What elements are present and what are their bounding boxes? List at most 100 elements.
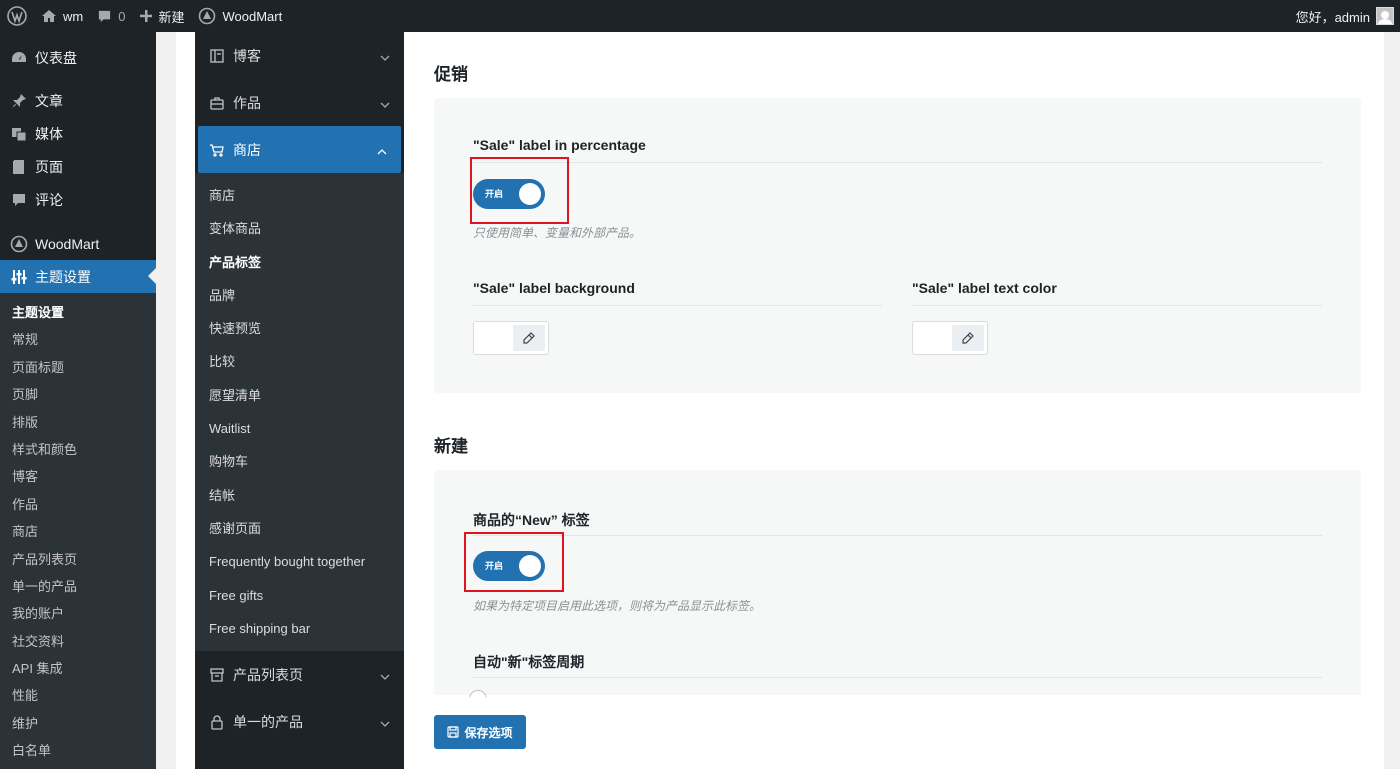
sale-text-color-title: "Sale" label text color (912, 280, 1057, 296)
comment-bubble-icon (97, 9, 112, 24)
sale-bg-color-picker[interactable] (473, 321, 549, 355)
subnav-item[interactable]: Waitlist (195, 412, 404, 445)
plus-icon (139, 9, 153, 23)
chevron-down-icon (380, 669, 390, 685)
subnav-item[interactable]: Frequently bought together (195, 545, 404, 578)
submenu-item[interactable]: 作品 (0, 491, 156, 518)
nav-blog[interactable]: 博客 (195, 32, 404, 79)
subnav-item[interactable]: Free shipping bar (195, 612, 404, 645)
new-section-title: 新建 (434, 437, 468, 456)
menu-posts[interactable]: 文章 (0, 84, 156, 117)
pin-icon (9, 92, 29, 110)
submenu-item[interactable]: 社交资料 (0, 628, 156, 655)
chevron-down-icon (380, 97, 390, 113)
site-name-link[interactable]: wm (34, 0, 90, 32)
page-icon (9, 158, 29, 176)
dashboard-icon (9, 49, 29, 67)
submenu-item[interactable]: 产品列表页 (0, 546, 156, 573)
new-label-hint: 如果为特定项目启用此选项，则将为产品显示此标签。 (473, 599, 762, 613)
subnav-item[interactable]: Free gifts (195, 579, 404, 612)
user-greeting[interactable]: 您好，admin (1296, 7, 1370, 26)
eyedropper-icon[interactable] (952, 325, 984, 351)
subnav-item[interactable]: 商店 (195, 179, 404, 212)
comment-icon (9, 191, 29, 209)
divider (473, 305, 882, 306)
menu-label: 页面 (35, 158, 63, 175)
blog-icon (209, 48, 225, 64)
subnav-item[interactable]: 快速预览 (195, 312, 404, 345)
menu-woodmart[interactable]: WoodMart (0, 227, 156, 260)
sale-bg-title: "Sale" label background (473, 280, 635, 296)
media-icon (9, 125, 29, 143)
submenu-item[interactable]: 页脚 (0, 381, 156, 408)
layout-gap (156, 32, 176, 769)
menu-label: 仪表盘 (35, 49, 77, 66)
menu-theme-settings[interactable]: 主题设置 (0, 260, 156, 293)
nav-portfolio[interactable]: 作品 (195, 79, 404, 126)
comments-count: 0 (118, 8, 126, 24)
menu-pages[interactable]: 页面 (0, 150, 156, 183)
new-period-title: 自动"新"标签周期 (473, 654, 585, 670)
nav-label: 单一的产品 (233, 713, 303, 730)
submenu-item[interactable]: API 集成 (0, 655, 156, 682)
menu-label: 评论 (35, 191, 63, 208)
nav-label: 博客 (233, 47, 261, 64)
eyedropper-icon[interactable] (513, 325, 545, 351)
home-icon (41, 8, 57, 24)
menu-label: 文章 (35, 92, 63, 109)
submenu-item[interactable]: 性能 (0, 682, 156, 709)
submenu-item[interactable]: 页面标题 (0, 354, 156, 381)
nav-shop[interactable]: 商店 (198, 126, 401, 173)
chevron-down-icon (380, 716, 390, 732)
submenu-item[interactable]: 商店 (0, 518, 156, 545)
submenu-item[interactable]: 常规 (0, 326, 156, 353)
cart-icon (209, 142, 225, 158)
woodmart-label: WoodMart (222, 8, 283, 24)
subnav-item[interactable]: 购物车 (195, 445, 404, 478)
divider (473, 677, 1322, 678)
menu-comments[interactable]: 评论 (0, 183, 156, 216)
submenu-item[interactable]: 白名单 (0, 737, 156, 764)
menu-dashboard[interactable]: 仪表盘 (0, 41, 156, 74)
chevron-up-icon (377, 144, 387, 160)
comments-link[interactable]: 0 (90, 0, 132, 32)
subnav-item[interactable]: 愿望清单 (195, 379, 404, 412)
subnav-item[interactable]: 产品标签 (195, 246, 404, 279)
sale-section-title: 促销 (434, 65, 468, 84)
nav-product-archive[interactable]: 产品列表页 (195, 651, 404, 698)
submenu-item[interactable]: 我的账户 (0, 600, 156, 627)
submenu-item[interactable]: 单一的产品 (0, 573, 156, 600)
new-content-link[interactable]: 新建 (132, 0, 191, 32)
woodmart-logo-icon (198, 7, 216, 25)
new-label-title: 商品的“New” 标签 (473, 512, 590, 528)
menu-label: 主题设置 (35, 268, 91, 285)
submenu-item[interactable]: 排版 (0, 409, 156, 436)
page-scrollbar[interactable] (1384, 32, 1400, 769)
wordpress-logo-icon[interactable] (0, 0, 34, 32)
submenu-item[interactable]: 主题设置 (0, 299, 156, 326)
subnav-item[interactable]: 变体商品 (195, 212, 404, 245)
avatar[interactable] (1376, 7, 1394, 25)
subnav-item[interactable]: 感谢页面 (195, 512, 404, 545)
nav-label: 产品列表页 (233, 666, 303, 683)
submenu-item[interactable]: 维护 (0, 710, 156, 737)
admin-bar: wm 0 新建 WoodMart 您好，admin (0, 0, 1400, 32)
submenu-item[interactable]: 博客 (0, 463, 156, 490)
lock-icon (209, 714, 225, 730)
subnav-item[interactable]: 结帐 (195, 479, 404, 512)
subnav-item[interactable]: 比较 (195, 345, 404, 378)
save-icon (447, 726, 464, 738)
woodmart-link[interactable]: WoodMart (191, 0, 289, 32)
submenu-item[interactable]: 样式和颜色 (0, 436, 156, 463)
nav-single-product[interactable]: 单一的产品 (195, 698, 404, 745)
options-navigation: 博客 作品 商店 商店 变体商品 产品标签 品牌 快速预览 比较 愿望清单 Wa… (195, 32, 404, 769)
menu-media[interactable]: 媒体 (0, 117, 156, 150)
sale-percentage-title: "Sale" label in percentage (473, 137, 646, 153)
subnav-item[interactable]: 品牌 (195, 279, 404, 312)
highlight-box (464, 532, 564, 592)
theme-settings-submenu: 主题设置 常规 页面标题 页脚 排版 样式和颜色 博客 作品 商店 产品列表页 … (0, 293, 156, 769)
save-options-button[interactable]: 保存选项 (434, 715, 526, 749)
nav-label: 作品 (233, 94, 261, 111)
sale-text-color-picker[interactable] (912, 321, 988, 355)
divider (912, 305, 1322, 306)
